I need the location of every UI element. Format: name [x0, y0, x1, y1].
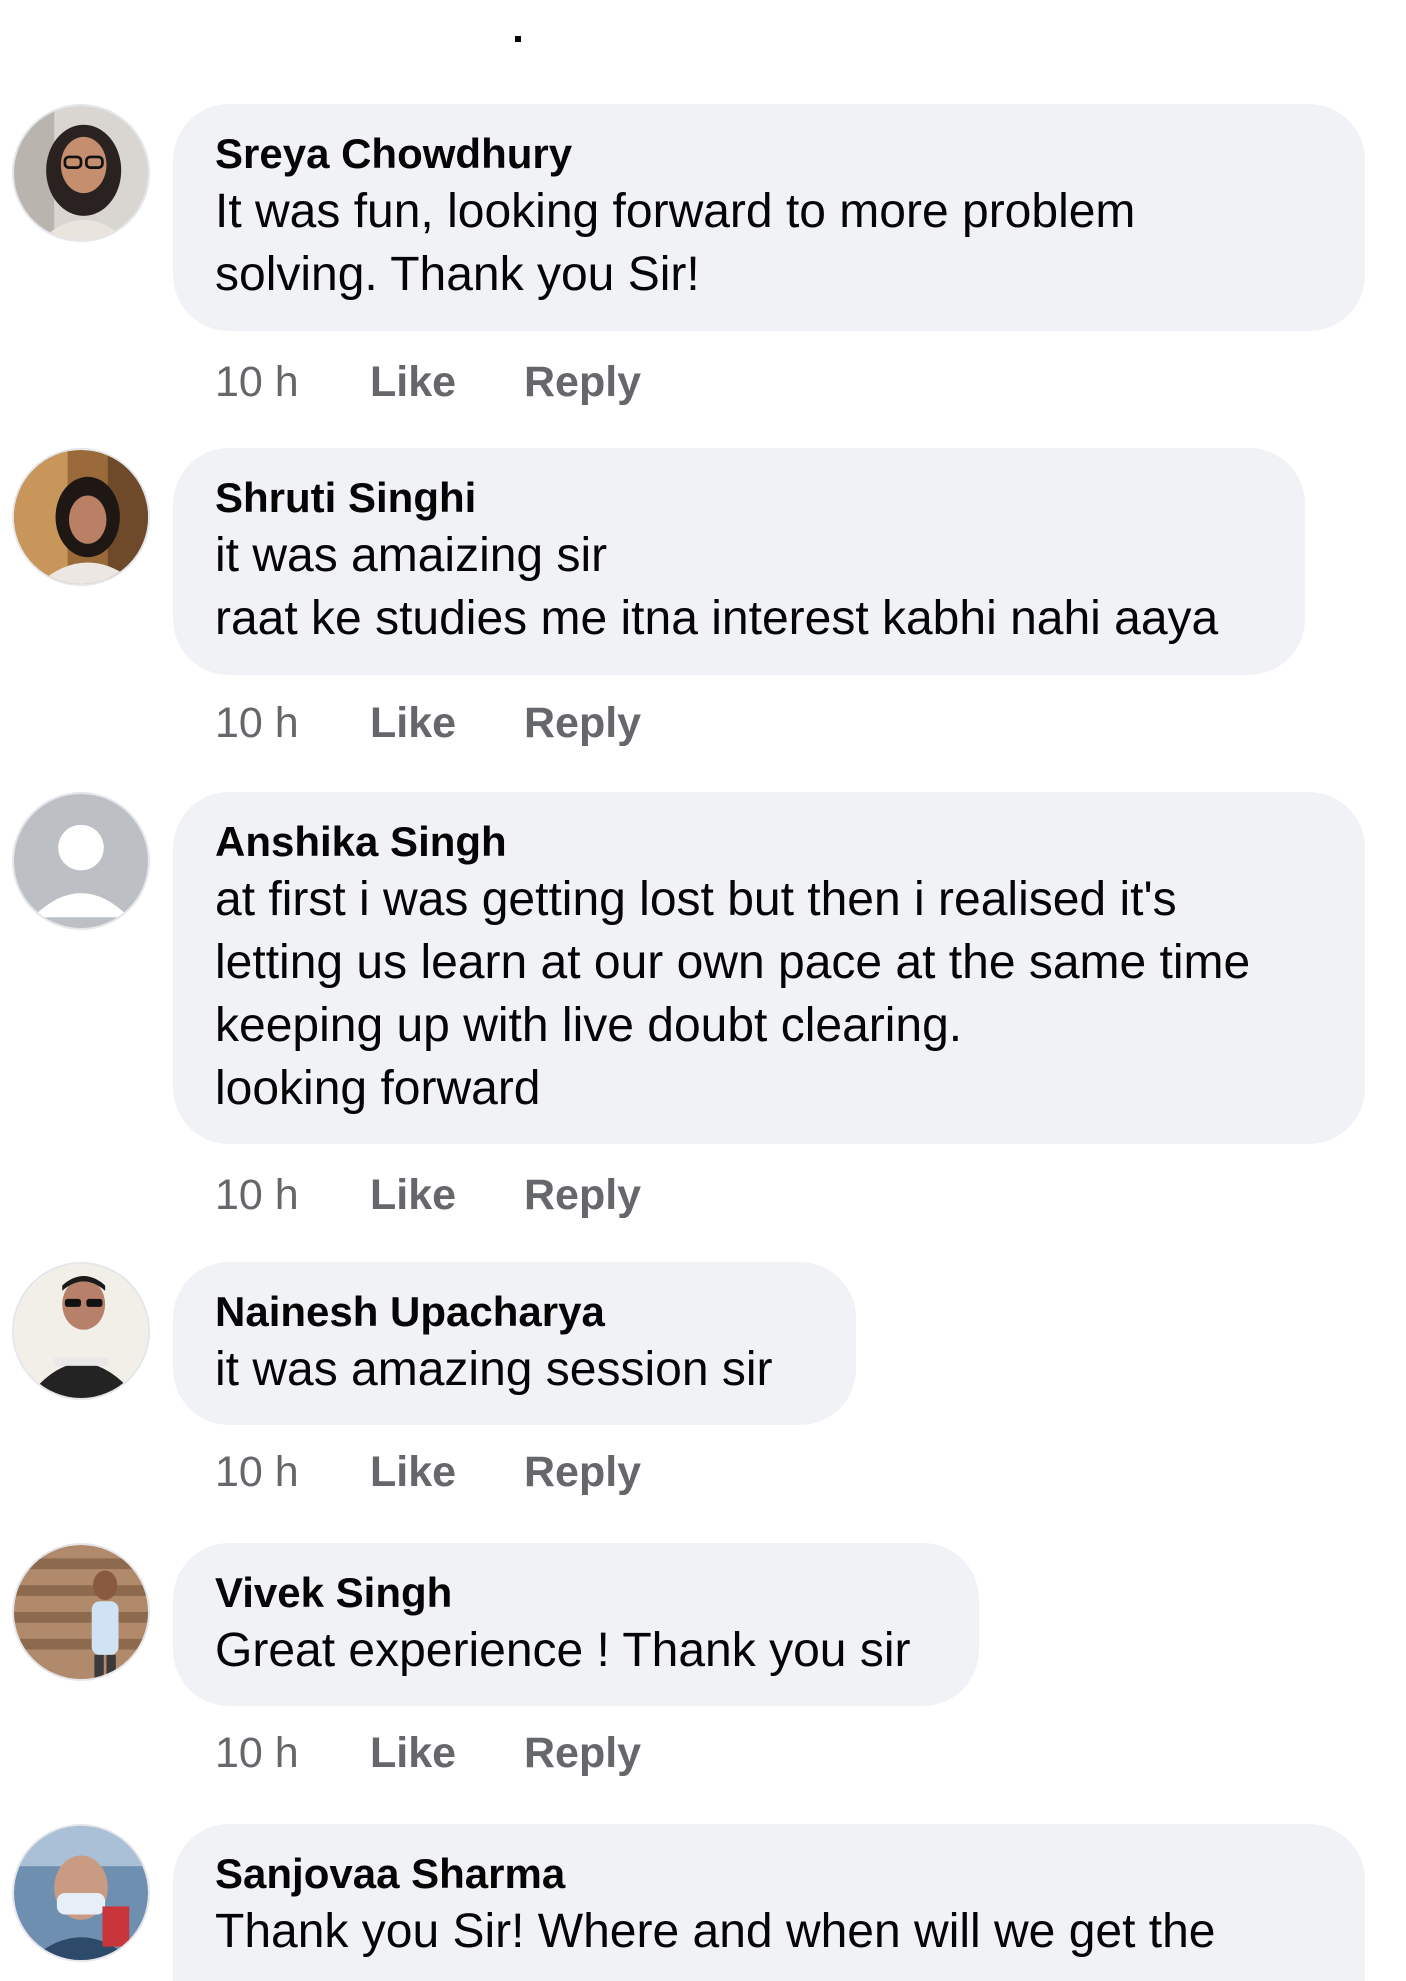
- reply-button[interactable]: Reply: [524, 698, 641, 748]
- like-button[interactable]: Like: [370, 357, 524, 407]
- profile-photo-person-mask-icon: [14, 1826, 148, 1960]
- comment-author[interactable]: Sreya Chowdhury: [215, 128, 1323, 180]
- like-button[interactable]: Like: [370, 698, 524, 748]
- comment-actions: 10 h Like Reply: [215, 1170, 641, 1220]
- comment-author[interactable]: Anshika Singh: [215, 816, 1323, 868]
- comment-text-line: raat ke studies me itna interest kabhi n…: [215, 592, 1219, 645]
- comment-timestamp[interactable]: 10 h: [215, 1170, 370, 1220]
- like-button[interactable]: Like: [370, 1170, 524, 1220]
- comment-timestamp[interactable]: 10 h: [215, 1728, 370, 1778]
- avatar[interactable]: [12, 1262, 150, 1400]
- default-user-icon: [14, 794, 148, 928]
- divider-dot: [515, 36, 521, 42]
- comment-actions: 10 h Like Reply: [215, 1447, 641, 1497]
- comment-text-line: solving. Thank you Sir!: [215, 248, 700, 301]
- comment-timestamp[interactable]: 10 h: [215, 357, 370, 407]
- avatar[interactable]: [12, 448, 150, 586]
- comment-bubble: Nainesh Upacharya it was amazing session…: [173, 1262, 856, 1425]
- comment-text-line: at first i was getting lost but then i r…: [215, 873, 1177, 926]
- comment-text-line: It was fun, looking forward to more prob…: [215, 185, 1136, 238]
- avatar[interactable]: [12, 1824, 150, 1962]
- comment-text-line: letting us learn at our own pace at the …: [215, 936, 1251, 989]
- profile-photo-man-sunglasses-icon: [14, 1264, 148, 1398]
- comment-timestamp[interactable]: 10 h: [215, 698, 370, 748]
- comment-text-line: it was amaizing sir: [215, 529, 608, 582]
- comment-author[interactable]: Vivek Singh: [215, 1567, 937, 1619]
- reply-button[interactable]: Reply: [524, 1170, 641, 1220]
- comment-text-line: keeping up with live doubt clearing.: [215, 999, 963, 1052]
- comments-feed: Sreya Chowdhury It was fun, looking forw…: [0, 0, 1406, 1981]
- comment-actions: 10 h Like Reply: [215, 357, 641, 407]
- reply-button[interactable]: Reply: [524, 357, 641, 407]
- like-button[interactable]: Like: [370, 1728, 524, 1778]
- comment-bubble: Vivek Singh Great experience ! Thank you…: [173, 1543, 979, 1706]
- comment-text-line: looking forward: [215, 1062, 541, 1115]
- avatar[interactable]: [12, 792, 150, 930]
- profile-photo-woman-glasses-icon: [14, 106, 148, 240]
- comment-text-line: it was amazing session sir: [215, 1343, 773, 1396]
- comment-bubble: Sreya Chowdhury It was fun, looking forw…: [173, 104, 1365, 331]
- comment-bubble: Sanjovaa Sharma Thank you Sir! Where and…: [173, 1824, 1365, 1981]
- comment-actions: 10 h Like Reply: [215, 1728, 641, 1778]
- like-button[interactable]: Like: [370, 1447, 524, 1497]
- comment-text-line: Thank you Sir! Where and when will we ge…: [215, 1905, 1216, 1958]
- comment-bubble: Shruti Singhi it was amaizing sir raat k…: [173, 448, 1305, 675]
- comment-author[interactable]: Nainesh Upacharya: [215, 1286, 814, 1338]
- comment-author[interactable]: Sanjovaa Sharma: [215, 1848, 1323, 1900]
- comment-author[interactable]: Shruti Singhi: [215, 472, 1263, 524]
- avatar[interactable]: [12, 1543, 150, 1681]
- comment-text-line: Great experience ! Thank you sir: [215, 1624, 911, 1677]
- reply-button[interactable]: Reply: [524, 1447, 641, 1497]
- reply-button[interactable]: Reply: [524, 1728, 641, 1778]
- comment-actions: 10 h Like Reply: [215, 698, 641, 748]
- comment-bubble: Anshika Singh at first i was getting los…: [173, 792, 1365, 1144]
- profile-photo-woman-icon: [14, 450, 148, 584]
- profile-photo-man-temple-icon: [14, 1545, 148, 1679]
- comment-timestamp[interactable]: 10 h: [215, 1447, 370, 1497]
- avatar[interactable]: [12, 104, 150, 242]
